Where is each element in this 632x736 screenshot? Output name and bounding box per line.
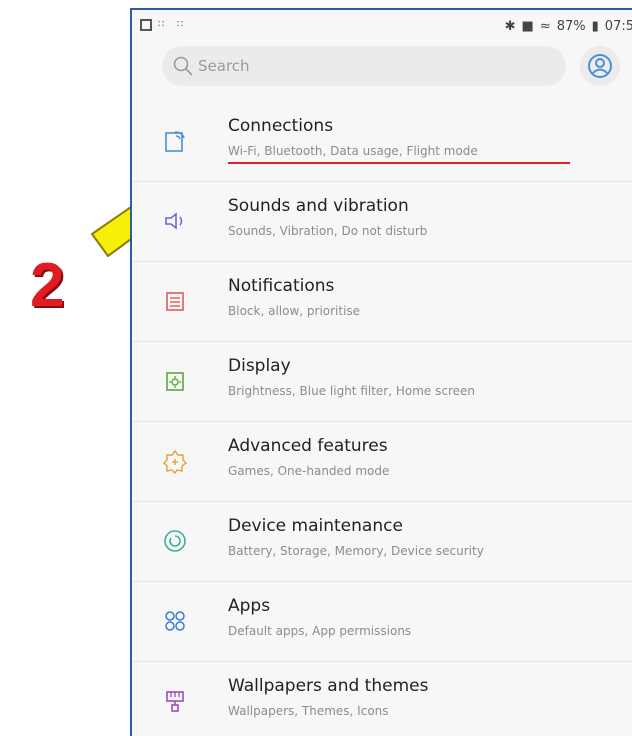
bluetooth-icon: ✱	[504, 19, 516, 34]
clock: 07:5	[604, 19, 632, 34]
settings-item-title: Apps	[228, 596, 271, 616]
settings-item-advanced-features[interactable]: Advanced features Games, One-handed mode	[132, 422, 632, 502]
volume-icon	[162, 208, 188, 234]
gallery-notification-icon	[140, 18, 152, 31]
red-underline-annotation	[228, 162, 570, 164]
settings-item-subtitle: Block, allow, prioritise	[228, 304, 361, 318]
display-icon	[162, 368, 188, 394]
status-notifications: ∷ ∷	[140, 18, 190, 31]
step-number-annotation: 2	[30, 251, 65, 320]
settings-item-title: Wallpapers and themes	[228, 676, 429, 696]
settings-item-title: Device maintenance	[228, 516, 403, 536]
settings-item-title: Sounds and vibration	[228, 196, 409, 216]
settings-item-wallpapers[interactable]: Wallpapers and themes Wallpapers, Themes…	[132, 662, 632, 736]
settings-item-title: Display	[228, 356, 291, 376]
apps-icon	[162, 608, 188, 634]
connections-icon	[162, 128, 188, 154]
phone-screen: ∷ ∷ ✱ ■ ≈ 87% ▮ 07:5 Search Connections …	[130, 8, 632, 736]
settings-item-subtitle: Wallpapers, Themes, Icons	[228, 704, 389, 718]
battery-level: 87%	[556, 19, 586, 34]
settings-item-subtitle: Games, One-handed mode	[228, 464, 390, 478]
settings-item-sounds[interactable]: Sounds and vibration Sounds, Vibration, …	[132, 182, 632, 262]
device-maintenance-icon	[162, 528, 188, 554]
settings-list: Connections Wi-Fi, Bluetooth, Data usage…	[132, 102, 632, 736]
search-icon	[172, 55, 194, 77]
settings-item-connections[interactable]: Connections Wi-Fi, Bluetooth, Data usage…	[132, 102, 632, 182]
settings-item-subtitle: Battery, Storage, Memory, Device securit…	[228, 544, 484, 558]
settings-item-subtitle: Wi-Fi, Bluetooth, Data usage, Flight mod…	[228, 144, 478, 158]
account-button[interactable]	[580, 46, 620, 86]
settings-item-subtitle: Brightness, Blue light filter, Home scre…	[228, 384, 476, 398]
settings-item-apps[interactable]: Apps Default apps, App permissions	[132, 582, 632, 662]
settings-item-subtitle: Default apps, App permissions	[228, 624, 412, 638]
settings-item-title: Notifications	[228, 276, 335, 296]
app-notification-icon: ∷	[158, 19, 165, 30]
battery-icon: ▮	[591, 19, 599, 34]
settings-item-subtitle: Sounds, Vibration, Do not disturb	[228, 224, 428, 238]
wallpapers-icon	[162, 688, 188, 714]
advanced-features-icon	[162, 448, 188, 475]
settings-item-title: Connections	[228, 116, 334, 136]
settings-item-device-maintenance[interactable]: Device maintenance Battery, Storage, Mem…	[132, 502, 632, 582]
status-bar: ∷ ∷ ✱ ■ ≈ 87% ▮ 07:5	[132, 10, 632, 44]
status-indicators: ✱ ■ ≈ 87% ▮ 07:5	[505, 19, 632, 34]
settings-item-display[interactable]: Display Brightness, Blue light filter, H…	[132, 342, 632, 422]
notifications-icon	[162, 288, 188, 314]
search-input[interactable]: Search	[162, 46, 566, 86]
settings-item-title: Advanced features	[228, 436, 388, 456]
alarm-icon: ■	[521, 19, 534, 34]
search-placeholder: Search	[198, 57, 250, 75]
settings-item-notifications[interactable]: Notifications Block, allow, prioritise	[132, 262, 632, 342]
search-row: Search	[162, 46, 632, 90]
account-icon	[588, 54, 612, 78]
app-notification-icon: ∷	[177, 19, 184, 30]
wifi-signal-icon: ≈	[539, 19, 551, 34]
